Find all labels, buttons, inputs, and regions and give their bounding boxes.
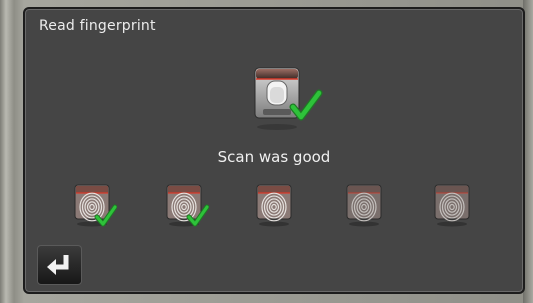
back-button[interactable] <box>37 245 82 285</box>
fingerprint-icon <box>434 184 470 227</box>
return-arrow-icon <box>47 255 69 275</box>
screen-title: Read fingerprint <box>39 18 156 34</box>
fingerprint-sample-2 <box>165 183 210 231</box>
fingerprint-icon <box>166 184 210 227</box>
fingerprint-icon <box>346 184 382 227</box>
scan-status-text: Scan was good <box>217 148 331 166</box>
fingerprint-sample-3 <box>255 183 299 231</box>
fingerprint-sample-4 <box>345 183 389 231</box>
fingerprint-icon <box>74 184 118 227</box>
screen: Read fingerprint Scan was good <box>23 7 525 294</box>
fingerprint-scanner-check-icon <box>254 67 323 130</box>
fingerprint-icon <box>256 184 292 227</box>
fingerprint-sample-1 <box>73 183 118 231</box>
fingerprint-sample-5 <box>433 183 477 231</box>
